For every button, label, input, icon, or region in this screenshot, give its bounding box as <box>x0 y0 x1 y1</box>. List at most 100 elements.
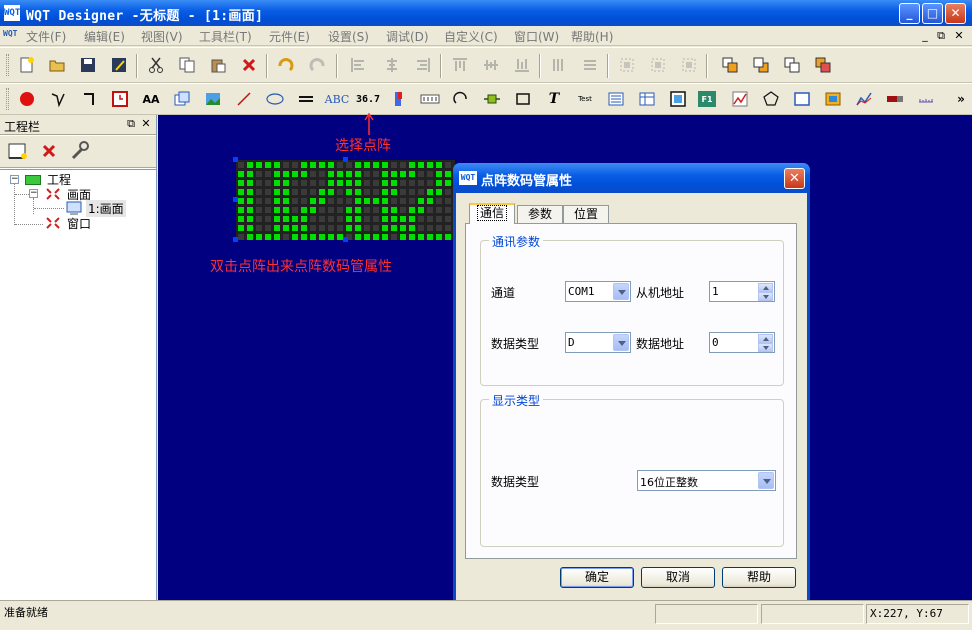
bracket-icon[interactable] <box>78 88 100 110</box>
double-line-icon[interactable] <box>295 88 317 110</box>
function-key-icon[interactable]: F1 <box>698 91 716 107</box>
bring-forward-icon[interactable] <box>781 54 803 76</box>
tree-collapse-screens[interactable]: − <box>29 189 38 198</box>
flag-icon[interactable] <box>388 88 410 110</box>
cancel-button[interactable]: 取消 <box>641 567 715 588</box>
save-icon[interactable] <box>77 54 99 76</box>
new-screen-icon[interactable] <box>7 140 29 162</box>
center-v-icon[interactable] <box>647 54 669 76</box>
menu-customize[interactable]: 自定义(C) <box>444 28 498 45</box>
tab-parameters[interactable]: 参数 <box>517 205 563 223</box>
tree-item-screen-1[interactable]: 1:画面 <box>86 200 126 217</box>
bring-front-icon[interactable] <box>719 54 741 76</box>
test-icon[interactable]: Test <box>574 88 596 110</box>
paste-icon[interactable] <box>207 54 229 76</box>
same-height-icon[interactable] <box>579 54 601 76</box>
mdi-restore-button[interactable]: ⧉ <box>933 28 949 43</box>
channel-select[interactable]: COM1 <box>565 281 631 302</box>
spin-down-icon[interactable] <box>758 343 773 352</box>
arc-icon[interactable] <box>450 88 472 110</box>
line-icon[interactable] <box>233 88 255 110</box>
align-bottom-icon[interactable] <box>511 54 533 76</box>
spin-up-icon[interactable] <box>758 334 773 343</box>
chevron-down-icon[interactable] <box>613 283 629 300</box>
abc-text-icon[interactable]: ABC <box>325 88 350 110</box>
data-address-spinner[interactable]: 0 <box>709 332 775 353</box>
menu-file[interactable]: 文件(F) <box>26 28 66 45</box>
ok-button[interactable]: 确定 <box>560 567 634 588</box>
dialog-title-bar[interactable]: WQT 点阵数码管属性 ✕ <box>453 163 810 193</box>
mdi-minimize-button[interactable]: _ <box>917 28 933 43</box>
maximize-button[interactable]: □ <box>922 3 943 24</box>
tab-position[interactable]: 位置 <box>563 205 609 223</box>
chart-icon[interactable] <box>729 88 751 110</box>
polygon-icon[interactable] <box>760 88 782 110</box>
same-width-icon[interactable] <box>548 54 570 76</box>
open-folder-icon[interactable] <box>46 54 68 76</box>
selection-handle[interactable] <box>233 197 238 202</box>
send-back-icon[interactable] <box>750 54 772 76</box>
text-size-icon[interactable]: AA <box>140 88 162 110</box>
selection-handle[interactable] <box>233 237 238 242</box>
align-center-h-icon[interactable] <box>381 54 403 76</box>
spin-down-icon[interactable] <box>758 292 773 301</box>
menu-help[interactable]: 帮助(H) <box>571 28 613 45</box>
align-middle-v-icon[interactable] <box>480 54 502 76</box>
dot-matrix-display[interactable] <box>236 160 455 240</box>
undo-icon[interactable] <box>275 54 297 76</box>
panel-close-icon[interactable]: ✕ <box>139 117 153 131</box>
menu-view[interactable]: 视图(V) <box>141 28 183 45</box>
panel-float-icon[interactable]: ⧉ <box>124 117 138 131</box>
number-display-icon[interactable]: 36.7 <box>356 88 380 110</box>
tree-collapse-root[interactable]: − <box>10 175 19 184</box>
clock-icon[interactable] <box>109 88 131 110</box>
dot-matrix-icon[interactable] <box>419 88 441 110</box>
center-h-icon[interactable] <box>616 54 638 76</box>
settings-wrench-icon[interactable] <box>69 140 91 162</box>
minimize-button[interactable]: _ <box>899 3 920 24</box>
chevron-down-icon[interactable] <box>613 334 629 351</box>
tab-communication[interactable]: 通信 <box>469 203 515 224</box>
send-backward-icon[interactable] <box>812 54 834 76</box>
menu-window[interactable]: 窗口(W) <box>514 28 559 45</box>
square-icon[interactable] <box>791 88 813 110</box>
component-icon[interactable] <box>481 88 503 110</box>
selection-handle[interactable] <box>343 157 348 162</box>
selection-handle[interactable] <box>343 237 348 242</box>
menu-settings[interactable]: 设置(S) <box>328 28 369 45</box>
align-top-icon[interactable] <box>449 54 471 76</box>
toolbar-grip[interactable] <box>6 88 9 110</box>
delete-icon[interactable] <box>38 140 60 162</box>
display-data-type-select[interactable]: 16位正整数 <box>637 470 776 491</box>
help-button[interactable]: 帮助 <box>722 567 796 588</box>
menu-debug[interactable]: 调试(D) <box>386 28 429 45</box>
close-button[interactable]: ✕ <box>945 3 966 24</box>
align-left-icon[interactable] <box>347 54 369 76</box>
ellipse-icon[interactable] <box>264 88 286 110</box>
data-type-select[interactable]: D <box>565 332 631 353</box>
align-right-icon[interactable] <box>412 54 434 76</box>
save-as-icon[interactable] <box>108 54 130 76</box>
scale-icon[interactable] <box>915 88 937 110</box>
polyline-icon[interactable] <box>47 88 69 110</box>
menu-component[interactable]: 元件(E) <box>269 28 310 45</box>
chevron-down-icon[interactable] <box>758 472 774 489</box>
dialog-close-button[interactable]: ✕ <box>784 168 805 189</box>
picture-icon[interactable] <box>202 88 224 110</box>
new-file-icon[interactable] <box>16 54 38 76</box>
slave-address-spinner[interactable]: 1 <box>709 281 775 302</box>
bar-icon[interactable] <box>884 88 906 110</box>
table-icon[interactable] <box>636 88 658 110</box>
image-icon[interactable] <box>822 88 844 110</box>
rectangle-icon[interactable] <box>512 88 534 110</box>
copy-window-icon[interactable] <box>171 88 193 110</box>
list-icon[interactable] <box>605 88 627 110</box>
italic-text-icon[interactable]: T <box>543 88 565 110</box>
menu-toolbar[interactable]: 工具栏(T) <box>199 28 252 45</box>
delete-icon[interactable] <box>238 54 260 76</box>
more-icon[interactable]: » <box>950 88 972 110</box>
copy-icon[interactable] <box>176 54 198 76</box>
menu-edit[interactable]: 编辑(E) <box>84 28 125 45</box>
frame-icon[interactable] <box>667 88 689 110</box>
toolbar-grip[interactable] <box>6 54 9 76</box>
